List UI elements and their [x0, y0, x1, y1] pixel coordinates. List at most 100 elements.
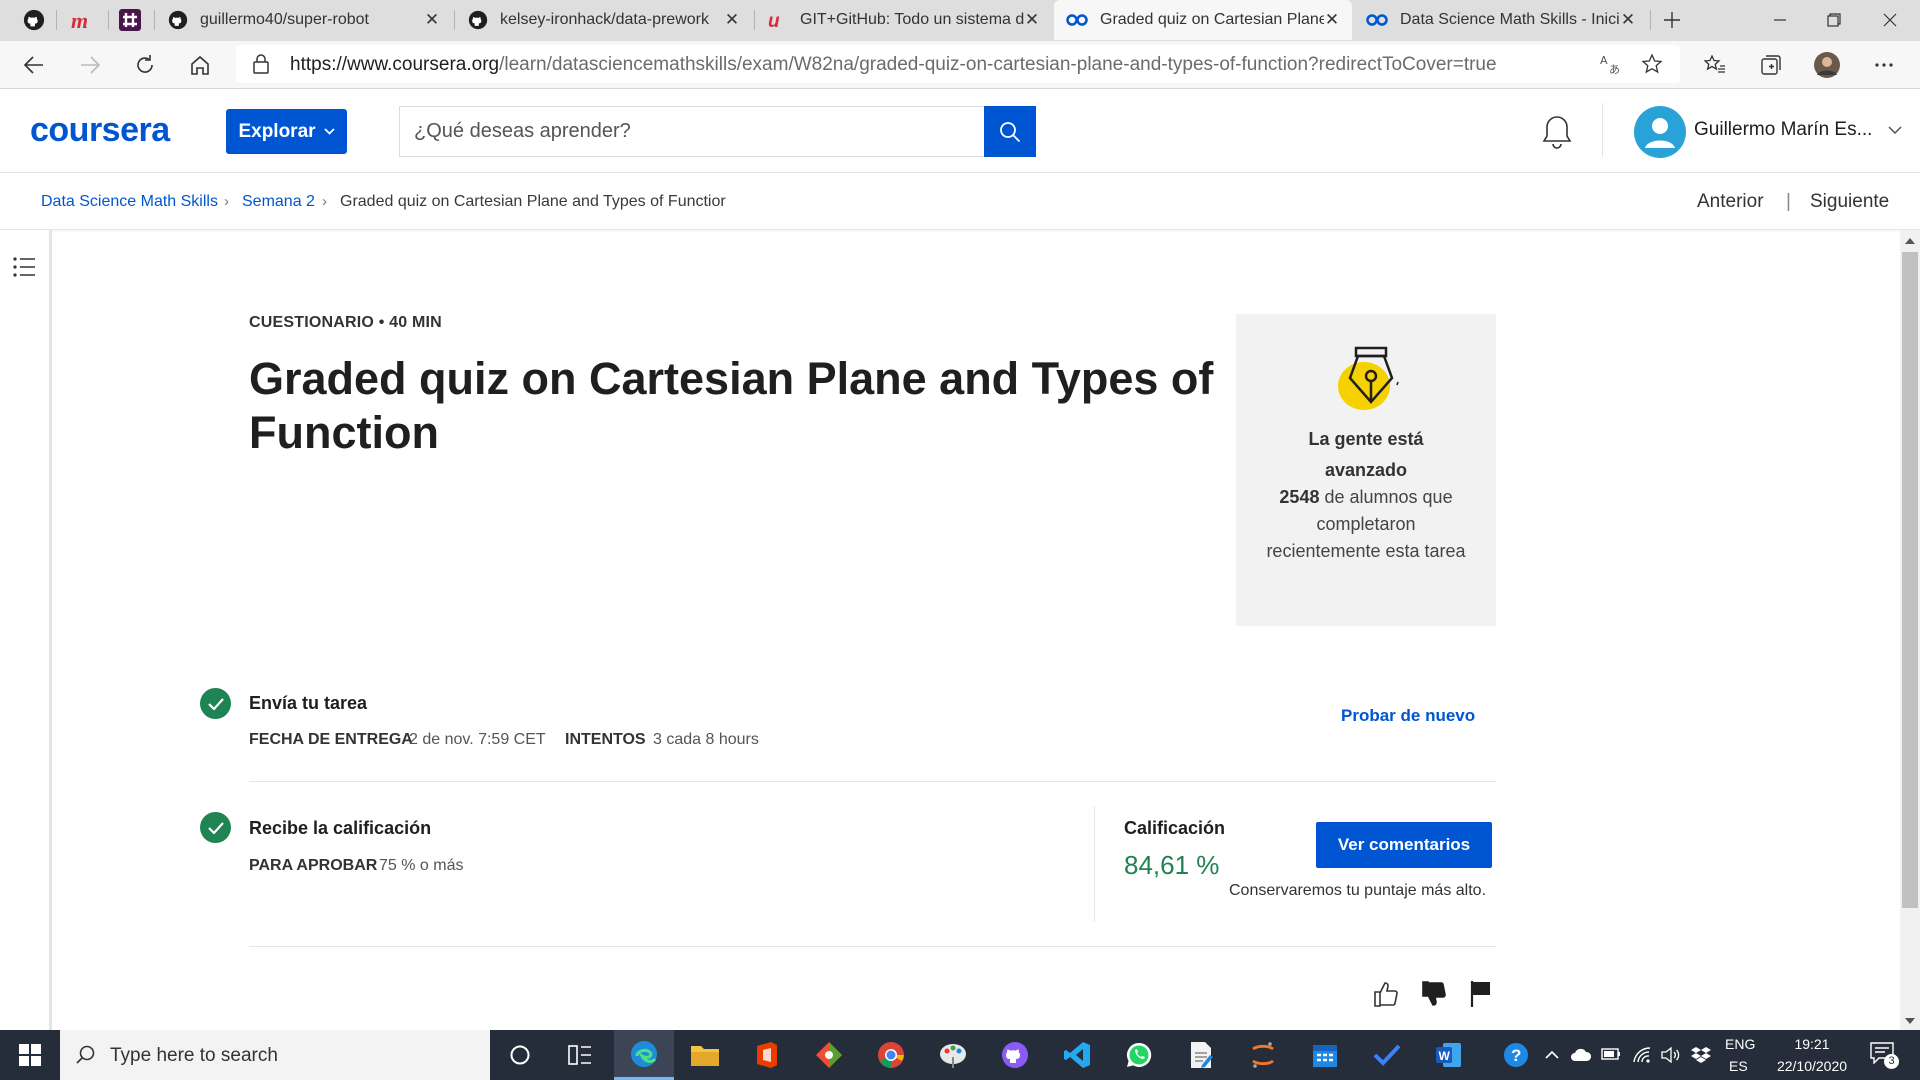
translate-icon[interactable]: Aあ [1600, 54, 1622, 74]
settings-menu-button[interactable] [1864, 45, 1904, 85]
scrollbar-thumb[interactable] [1902, 252, 1918, 908]
svg-text:?: ? [1511, 1046, 1521, 1065]
close-icon[interactable]: ✕ [1324, 10, 1340, 30]
action-center-button[interactable]: 3 [1870, 1042, 1899, 1069]
breadcrumb-course[interactable]: Data Science Math Skills [41, 193, 218, 211]
arrow-left-icon [23, 56, 43, 74]
notifications-button[interactable] [1540, 113, 1574, 154]
tab-data-prework[interactable]: kelsey-ironhack/data-prework ✕ [456, 0, 752, 40]
taskbar-todo[interactable] [1357, 1030, 1417, 1080]
coursera-logo[interactable]: coursera [30, 111, 170, 150]
url-field[interactable]: https://www.coursera.org/learn/datascien… [236, 45, 1680, 83]
close-icon[interactable]: ✕ [1620, 10, 1636, 30]
scroll-up-icon[interactable] [1905, 238, 1915, 244]
dropbox-icon[interactable] [1690, 1046, 1712, 1064]
forward-button[interactable] [70, 45, 110, 85]
help-icon: ? [1504, 1043, 1528, 1067]
breadcrumb-current: Graded quiz on Cartesian Plane and Types… [340, 193, 726, 210]
favorites-button[interactable] [1695, 45, 1735, 85]
previous-link[interactable]: Anterior [1697, 191, 1764, 213]
star-icon[interactable] [1642, 54, 1662, 74]
chevron-up-icon[interactable] [1545, 1050, 1559, 1059]
search-input[interactable]: ¿Qué deseas aprender? [399, 106, 984, 157]
slack-icon [119, 9, 141, 31]
close-icon[interactable]: ✕ [424, 10, 440, 30]
close-icon[interactable]: ✕ [1024, 10, 1040, 30]
thumbs-up-icon[interactable] [1372, 980, 1400, 1008]
task-view-button[interactable] [550, 1030, 610, 1080]
try-again-link[interactable]: Probar de nuevo [1341, 706, 1475, 726]
next-link[interactable]: Siguiente [1810, 191, 1889, 213]
submit-title: Envía tu tarea [249, 693, 368, 713]
restore-button[interactable] [1806, 0, 1862, 40]
wifi-icon[interactable] [1632, 1046, 1652, 1064]
check-circle-icon [200, 812, 231, 843]
taskbar-github-desktop[interactable] [985, 1030, 1045, 1080]
onedrive-icon[interactable] [1570, 1048, 1592, 1062]
thumbs-down-icon[interactable] [1420, 980, 1448, 1008]
bell-icon [1542, 116, 1572, 149]
taskbar-git-app[interactable] [799, 1030, 859, 1080]
taskbar-vscode[interactable] [1047, 1030, 1107, 1080]
explore-button[interactable]: Explorar [226, 109, 347, 154]
search-button[interactable] [984, 106, 1036, 157]
pinned-tab-m[interactable]: m [62, 0, 102, 40]
taskbar-office[interactable] [737, 1030, 797, 1080]
taskbar-edge[interactable] [614, 1030, 674, 1080]
home-button[interactable] [180, 45, 220, 85]
progress-title: La gente está avanzado [1308, 429, 1424, 480]
language-indicator[interactable]: ENG ES [1725, 1036, 1755, 1074]
pinned-tab-github[interactable] [14, 0, 54, 40]
scroll-down-icon[interactable] [1905, 1018, 1915, 1024]
page-title: Graded quiz on Cartesian Plane and Types… [249, 353, 1214, 458]
flag-icon[interactable] [1470, 980, 1492, 1008]
taskbar-help[interactable]: ? [1486, 1030, 1546, 1080]
back-button[interactable] [14, 45, 54, 85]
minimize-icon [1774, 19, 1786, 21]
row-divider [249, 781, 1496, 782]
tab-math-skills-home[interactable]: Data Science Math Skills - Inicio ✕ [1354, 0, 1648, 40]
profile-button[interactable] [1807, 45, 1847, 85]
row-divider [249, 946, 1496, 947]
volume-icon[interactable] [1661, 1047, 1681, 1063]
taskbar-search[interactable]: Type here to search [60, 1030, 490, 1080]
breadcrumb-week[interactable]: Semana 2 [242, 193, 315, 211]
taskbar-word[interactable]: W [1419, 1030, 1479, 1080]
coursera-header: coursera Explorar ¿Qué deseas aprender? … [0, 89, 1920, 173]
close-icon[interactable]: ✕ [724, 10, 740, 30]
user-menu[interactable]: Guillermo Marín Es... [1694, 119, 1902, 141]
taskbar-jupyter[interactable] [1233, 1030, 1293, 1080]
refresh-button[interactable] [125, 45, 165, 85]
start-button[interactable] [0, 1030, 60, 1080]
word-icon: W [1436, 1043, 1461, 1067]
pass-label: PARA APROBAR [249, 857, 378, 874]
taskbar-whatsapp[interactable] [1109, 1030, 1169, 1080]
cortana-button[interactable] [490, 1030, 550, 1080]
close-window-button[interactable] [1862, 0, 1918, 40]
completion-count: 2548 [1279, 487, 1320, 507]
view-feedback-button[interactable]: Ver comentarios [1316, 822, 1492, 868]
address-bar: https://www.coursera.org/learn/datascien… [0, 41, 1920, 89]
collections-button[interactable] [1751, 45, 1791, 85]
taskbar-chrome[interactable] [861, 1030, 921, 1080]
taskbar-paint-app[interactable] [923, 1030, 983, 1080]
browser-tab-strip: m guillermo40/super-robot ✕ kelsey-ironh… [0, 0, 1920, 41]
pinned-tab-slack[interactable] [110, 0, 150, 40]
tab-super-robot[interactable]: guillermo40/super-robot ✕ [156, 0, 452, 40]
attempts-label: INTENTOS [565, 731, 646, 748]
taskbar-editor-app[interactable] [1171, 1030, 1231, 1080]
minimize-button[interactable] [1752, 0, 1808, 40]
highest-score-note: Conservaremos tu puntaje más alto. [1229, 882, 1487, 899]
windows-logo-icon [19, 1044, 41, 1066]
language-bottom: ES [1729, 1058, 1748, 1074]
clock[interactable]: 19:21 22/10/2020 [1770, 1036, 1854, 1074]
battery-icon[interactable] [1601, 1047, 1621, 1061]
new-tab-button[interactable] [1644, 0, 1700, 40]
list-icon[interactable] [12, 256, 36, 278]
tab-git-github[interactable]: u GIT+GitHub: Todo un sistema de ✕ [756, 0, 1052, 40]
chrome-icon [878, 1042, 904, 1068]
taskbar-calendar[interactable] [1295, 1030, 1355, 1080]
avatar[interactable] [1634, 106, 1686, 158]
taskbar-file-explorer[interactable] [675, 1030, 735, 1080]
tab-graded-quiz[interactable]: Graded quiz on Cartesian Plane a ✕ [1054, 0, 1352, 40]
